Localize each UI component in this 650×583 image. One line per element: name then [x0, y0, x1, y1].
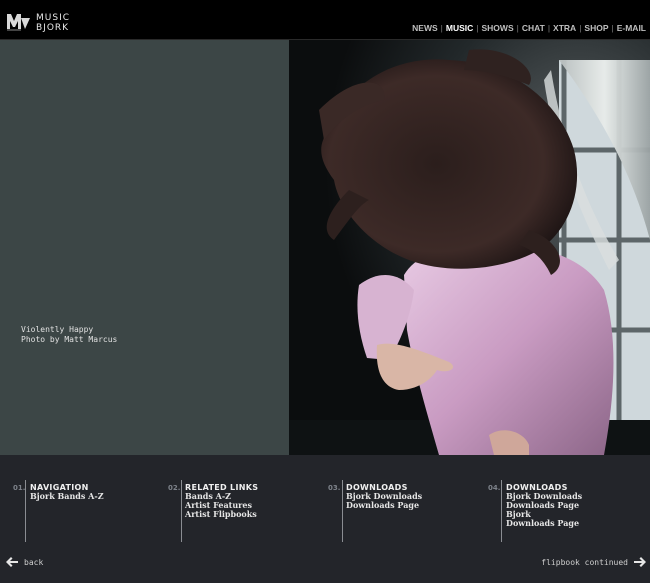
section-name: MUSIC [36, 13, 71, 23]
arrow-left-icon [6, 557, 18, 567]
column-divider [25, 480, 26, 542]
column-divider [501, 480, 502, 542]
column-divider [181, 480, 182, 542]
column-number: 02. [168, 484, 181, 492]
column-number: 03. [328, 484, 341, 492]
nav-xtra[interactable]: XTRA [553, 23, 576, 33]
back-label: back [24, 557, 44, 567]
column-number: 01. [13, 484, 26, 492]
artist-name: BJORK [36, 23, 70, 33]
link-downloads-page[interactable]: Downloads Page [506, 519, 582, 528]
caption-panel: Violently Happy Photo by Matt Marcus [0, 40, 289, 455]
column-content: RELATED LINKS Bands A-Z Artist Features … [185, 483, 258, 519]
nav-separator: | [611, 23, 614, 33]
nav-separator: | [440, 23, 443, 33]
photo-illustration [289, 40, 650, 455]
next-label: flipbook continued [541, 557, 628, 567]
flipbook-photo [289, 40, 650, 455]
nav-news[interactable]: NEWS [412, 23, 438, 33]
nav-music[interactable]: MUSIC [446, 23, 473, 33]
nav-separator: | [547, 23, 551, 33]
arrow-right-icon [634, 557, 646, 567]
column-number: 04. [488, 484, 501, 492]
mtv-logo[interactable] [6, 12, 32, 31]
photo-caption: Violently Happy Photo by Matt Marcus [21, 325, 117, 344]
bottom-navigation: 01. NAVIGATION Bjork Bands A-Z 02. RELAT… [0, 455, 650, 583]
link-bjork-bands-a-z[interactable]: Bjork Bands A-Z [30, 492, 104, 501]
caption-title: Violently Happy [21, 325, 94, 334]
flipbook-continued-button[interactable]: flipbook continued [541, 557, 646, 567]
column-content: DOWNLOADS Bjork Downloads Downloads Page… [506, 483, 582, 528]
caption-credit: Photo by Matt Marcus [21, 334, 118, 344]
back-button[interactable]: back [6, 557, 43, 567]
nav-email[interactable]: E-MAIL [617, 23, 646, 33]
nav-chat[interactable]: CHAT [522, 23, 545, 33]
column-divider [342, 480, 343, 542]
link-artist-flipbooks[interactable]: Artist Flipbooks [185, 510, 258, 519]
column-content: DOWNLOADS Bjork Downloads Downloads Page [346, 483, 422, 510]
nav-shop[interactable]: SHOP [584, 23, 608, 33]
link-downloads-page[interactable]: Downloads Page [346, 501, 422, 510]
nav-shows[interactable]: SHOWS [482, 23, 514, 33]
column-content: NAVIGATION Bjork Bands A-Z [30, 483, 104, 501]
header: MUSIC BJORK NEWS | MUSIC | SHOWS | CHAT | XTRA | S… [0, 0, 650, 40]
top-navigation: NEWS | MUSIC | SHOWS | CHAT | XTRA | SHOP | E-MAIL [412, 23, 646, 33]
nav-separator: | [516, 23, 519, 33]
nav-separator: | [476, 23, 479, 33]
section-title: MUSIC BJORK [36, 13, 70, 33]
